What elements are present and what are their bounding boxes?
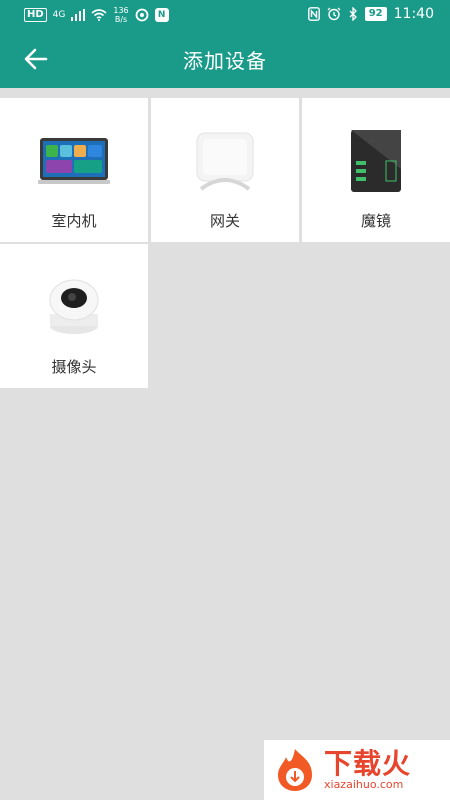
app-notification-icon: N [154, 8, 169, 22]
wifi-icon [91, 9, 107, 21]
indoor-panel-image [38, 138, 110, 184]
swirl-icon [135, 8, 149, 22]
watermark-url: xiazaihuo.com [324, 778, 404, 791]
network-speed: 136 B/s [113, 6, 129, 24]
watermark-brand: 下载火 [324, 747, 412, 780]
status-bar: HD 4G 136 B/s N 92 11:40 [0, 0, 450, 30]
page-title: 添加设备 [183, 49, 267, 73]
clock: 11:40 [393, 6, 434, 22]
flame-logo-icon [278, 749, 312, 791]
gateway-image [196, 132, 254, 191]
battery-indicator: 92 [364, 7, 387, 21]
hd-indicator: HD [24, 8, 47, 22]
nfc-icon [307, 7, 320, 21]
camera-image [49, 279, 99, 334]
device-tile-camera[interactable]: 摄像头 [0, 244, 148, 388]
watermark: 下载火 xiazaihuo.com [264, 740, 450, 800]
device-label: 网关 [209, 212, 240, 230]
device-grid: 室内机 网关 魔镜 摄像头 [0, 98, 450, 388]
signal-icon [71, 9, 86, 21]
device-tile-indoor-unit[interactable]: 室内机 [0, 98, 148, 242]
network-type: 4G [52, 10, 66, 20]
bluetooth-icon [349, 7, 357, 21]
device-tile-magic-mirror[interactable]: 魔镜 [302, 98, 450, 242]
alarm-icon [327, 7, 341, 21]
device-label: 摄像头 [51, 358, 97, 376]
device-label: 魔镜 [360, 212, 391, 230]
magic-mirror-image [351, 130, 401, 192]
device-label: 室内机 [51, 212, 97, 230]
app-bar: 添加设备 [0, 30, 450, 88]
device-tile-gateway[interactable]: 网关 [151, 98, 299, 242]
